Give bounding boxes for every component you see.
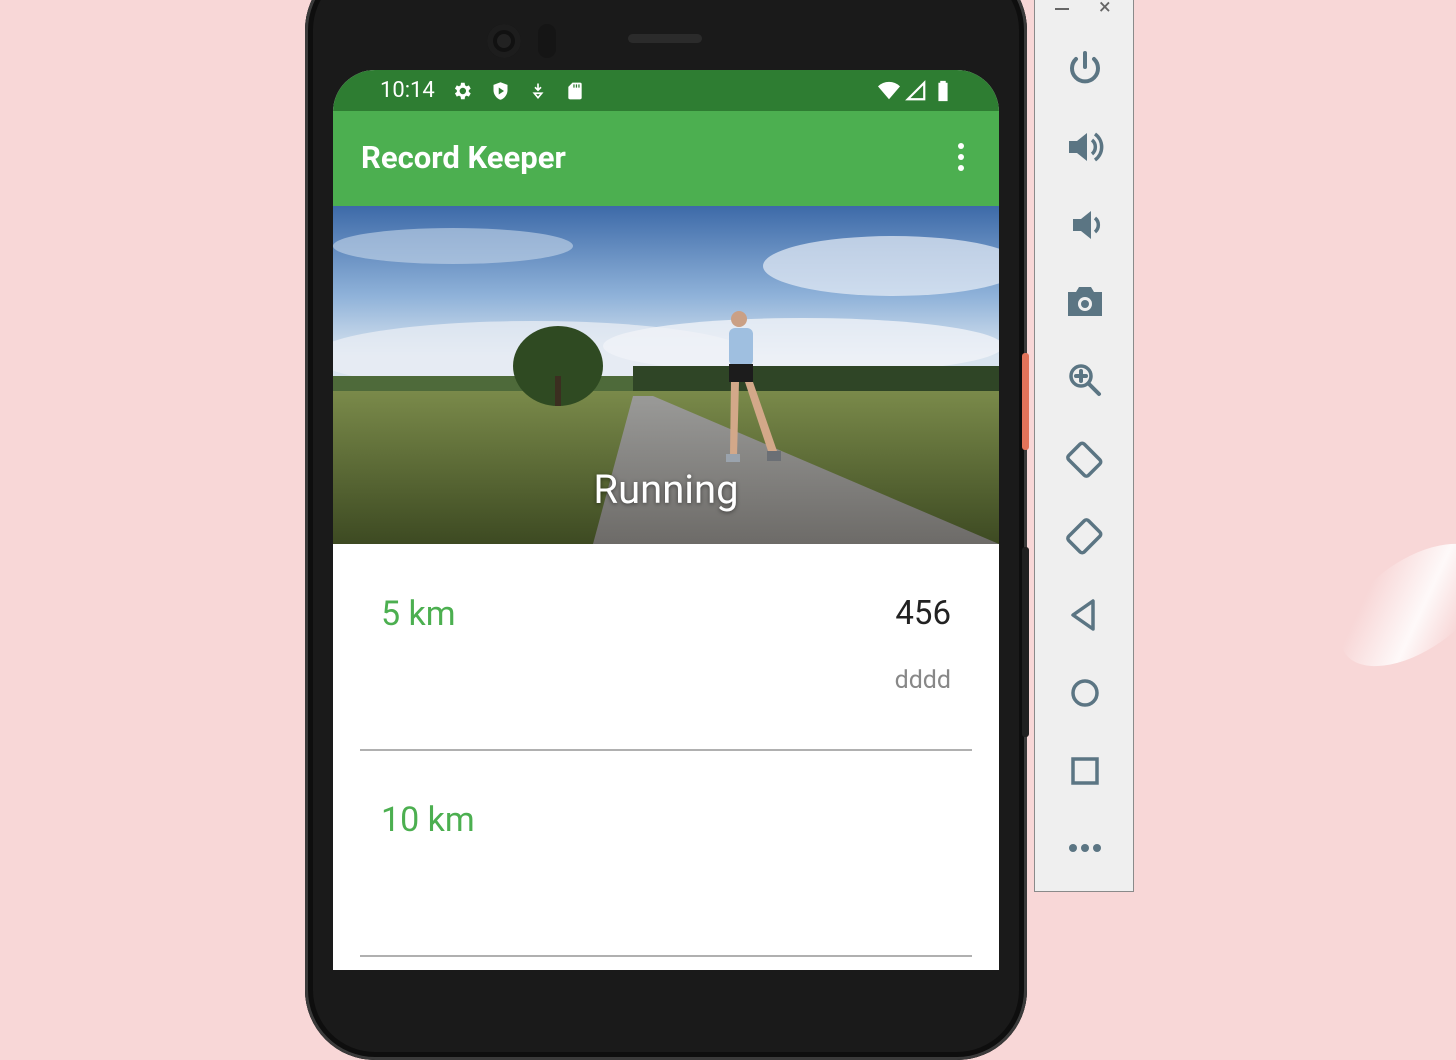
power-icon[interactable]	[1059, 43, 1111, 95]
record-label: 5 km	[381, 594, 456, 634]
volume-down-icon[interactable]	[1059, 199, 1111, 251]
toolbar-window-controls: ×	[1035, 0, 1133, 21]
more-icon[interactable]	[1059, 822, 1111, 874]
emulator-toolbar: ×	[1034, 0, 1134, 892]
volume-up-icon[interactable]	[1059, 121, 1111, 173]
phone-power-button[interactable]	[1022, 353, 1029, 450]
record-row-10km[interactable]: 10 km	[360, 750, 972, 957]
app-bar: Record Keeper	[333, 111, 999, 206]
record-label: 10 km	[381, 800, 475, 840]
phone-screen: 10:14 Record Keeper Running 5 km 456 ddd…	[333, 70, 999, 970]
back-icon[interactable]	[1059, 589, 1111, 641]
status-time: 10:14	[380, 78, 435, 103]
record-value: 456	[895, 594, 951, 633]
overview-icon[interactable]	[1059, 745, 1111, 797]
shield-icon	[490, 80, 511, 106]
app-title: Record Keeper	[361, 139, 566, 176]
signal-icon	[905, 80, 927, 106]
minimize-icon[interactable]	[1055, 8, 1069, 10]
close-icon[interactable]: ×	[1099, 0, 1111, 19]
more-vert-icon[interactable]	[953, 143, 969, 175]
phone-volume-button[interactable]	[1022, 547, 1029, 737]
home-icon[interactable]	[1059, 667, 1111, 719]
zoom-icon[interactable]	[1059, 354, 1111, 406]
proximity-sensor	[538, 24, 556, 58]
wifi-icon	[876, 80, 902, 106]
battery-icon	[935, 80, 951, 106]
camera-icon[interactable]	[1059, 276, 1111, 328]
status-bar: 10:14	[333, 70, 999, 111]
hero-caption: Running	[593, 466, 739, 513]
rotate-left-icon[interactable]	[1059, 433, 1111, 485]
earpiece-speaker	[628, 34, 702, 43]
record-row-5km[interactable]: 5 km 456 dddd	[360, 544, 972, 751]
running-hero-image: Running	[333, 206, 999, 544]
settings-gear-icon	[451, 80, 473, 106]
front-camera	[487, 24, 521, 58]
record-date: dddd	[894, 666, 951, 695]
decorative-streak	[1319, 519, 1456, 691]
download-icon	[529, 80, 547, 106]
sd-card-icon	[565, 80, 585, 106]
rotate-right-icon[interactable]	[1059, 511, 1111, 563]
